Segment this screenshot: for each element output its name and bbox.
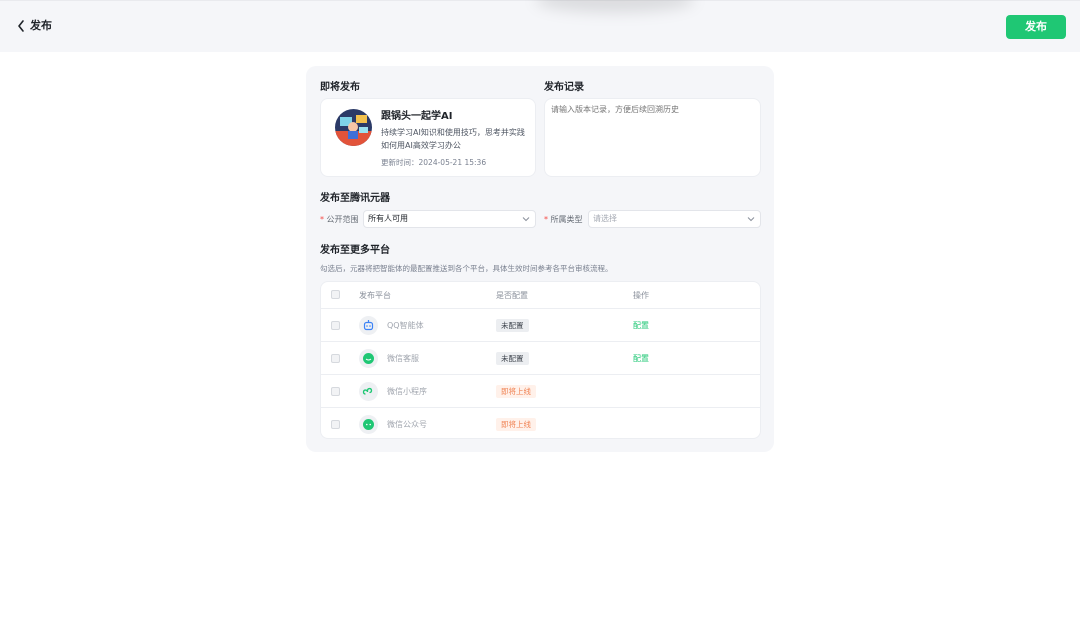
scope-value: 所有人可用 [368,214,408,223]
header-platform: 发布平台 [359,291,391,300]
agent-avatar [335,109,372,146]
agent-description: 持续学习AI知识和使用技巧，思考并实践如何用AI高效学习办公 [381,128,525,150]
header-configured: 是否配置 [496,291,528,300]
table-row: 微信小程序 即将上线 [321,375,760,408]
qq-bot-icon [359,316,378,335]
row-checkbox[interactable] [331,420,340,429]
type-placeholder: 请选择 [593,214,617,223]
record-title: 发布记录 [544,82,584,93]
row-checkbox[interactable] [331,354,340,363]
configure-link[interactable]: 配置 [633,354,649,364]
header-action: 操作 [633,291,649,300]
agent-name: 跟锅头一起学AI [381,111,453,122]
publish-button[interactable]: 发布 [1006,15,1066,39]
platforms-note: 勾选后，元器将把智能体的最配置推送到各个平台，具体生效时间参考各平台审核流程。 [320,264,613,273]
status-badge: 即将上线 [496,418,536,431]
tencent-title: 发布至腾讯元器 [320,193,390,204]
platform-name: 微信公众号 [387,420,427,429]
official-account-icon [359,415,378,434]
wechat-service-icon [359,349,378,368]
row-checkbox[interactable] [331,387,340,396]
select-all-checkbox[interactable] [331,290,340,299]
upcoming-title: 即将发布 [320,82,360,93]
status-badge: 未配置 [496,352,529,365]
table-row: QQ智能体 未配置 配置 [321,309,760,342]
top-bar: 发布 发布 [0,0,1080,52]
type-label: * 所属类型 [544,215,583,224]
table-header: 发布平台 是否配置 操作 [321,282,760,309]
version-record-input[interactable] [544,98,761,177]
configure-link[interactable]: 配置 [633,321,649,331]
type-select[interactable]: 请选择 [588,210,761,228]
platform-name: QQ智能体 [387,321,424,330]
status-badge: 即将上线 [496,385,536,398]
platforms-title: 发布至更多平台 [320,245,390,256]
platform-name: 微信小程序 [387,387,427,396]
scope-select[interactable]: 所有人可用 [363,210,536,228]
chevron-down-icon [522,217,530,222]
updated-time: 2024-05-21 15:36 [418,158,487,167]
mini-program-icon [359,382,378,401]
agent-updated: 更新时间：2024-05-21 15:36 [381,155,486,168]
platforms-table: 发布平台 是否配置 操作 QQ智能体 未配置 配置 微信客服 未配置 配置 微信… [320,281,761,439]
table-row: 微信客服 未配置 配置 [321,342,760,375]
chevron-left-icon [18,20,24,32]
platform-name: 微信客服 [387,354,419,363]
shadow-decoration [535,0,695,13]
agent-card: 跟锅头一起学AI 持续学习AI知识和使用技巧，思考并实践如何用AI高效学习办公 … [320,98,536,177]
table-row: 微信公众号 即将上线 [321,408,760,438]
scope-label: * 公开范围 [320,215,359,224]
back-label: 发布 [30,19,52,32]
updated-label: 更新时间： [381,158,419,167]
status-badge: 未配置 [496,319,529,332]
chevron-down-icon [747,217,755,222]
back-button[interactable]: 发布 [16,19,52,33]
row-checkbox[interactable] [331,321,340,330]
